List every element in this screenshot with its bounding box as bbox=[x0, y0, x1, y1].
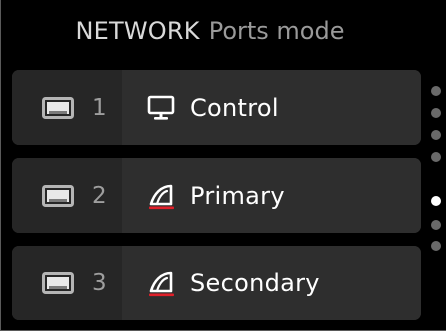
port-cell: 3 bbox=[12, 246, 122, 320]
page-title: NETWORK bbox=[75, 17, 200, 45]
port-cell: 1 bbox=[12, 70, 122, 145]
page-dot[interactable] bbox=[431, 220, 441, 230]
port-row-3[interactable]: 3 Secondary bbox=[12, 246, 421, 320]
page-dot[interactable] bbox=[431, 152, 441, 162]
page-dot[interactable] bbox=[431, 241, 441, 251]
port-cell: 2 bbox=[12, 158, 122, 233]
mode-label: Control bbox=[190, 93, 279, 122]
page-dot-active[interactable] bbox=[431, 196, 441, 206]
mode-label: Secondary bbox=[190, 269, 320, 297]
mode-cell: Control bbox=[122, 70, 421, 145]
port-number: 3 bbox=[92, 270, 107, 296]
port-row-2[interactable]: 2 Primary bbox=[12, 158, 421, 233]
port-row-1[interactable]: 1 Control bbox=[12, 70, 421, 145]
page-indicator bbox=[430, 86, 442, 256]
mode-cell: Primary bbox=[122, 158, 421, 233]
ethernet-port-icon bbox=[42, 184, 74, 207]
ethernet-port-icon bbox=[42, 272, 74, 294]
page-dot[interactable] bbox=[431, 86, 441, 96]
ports-mode-screen: NETWORK Ports mode 1 Control 2 Primary 3… bbox=[0, 0, 446, 331]
mode-cell: Secondary bbox=[122, 246, 421, 320]
ethernet-port-icon bbox=[42, 96, 74, 119]
port-number: 1 bbox=[92, 94, 107, 121]
monitor-icon bbox=[147, 95, 175, 120]
port-number: 2 bbox=[92, 182, 107, 209]
mode-label: Primary bbox=[190, 181, 285, 210]
screen-header: NETWORK Ports mode bbox=[1, 0, 419, 62]
page-dot[interactable] bbox=[431, 130, 441, 140]
dante-icon bbox=[149, 184, 174, 209]
page-subtitle: Ports mode bbox=[208, 17, 345, 45]
page-dot[interactable] bbox=[431, 108, 441, 118]
dante-icon bbox=[149, 271, 174, 297]
